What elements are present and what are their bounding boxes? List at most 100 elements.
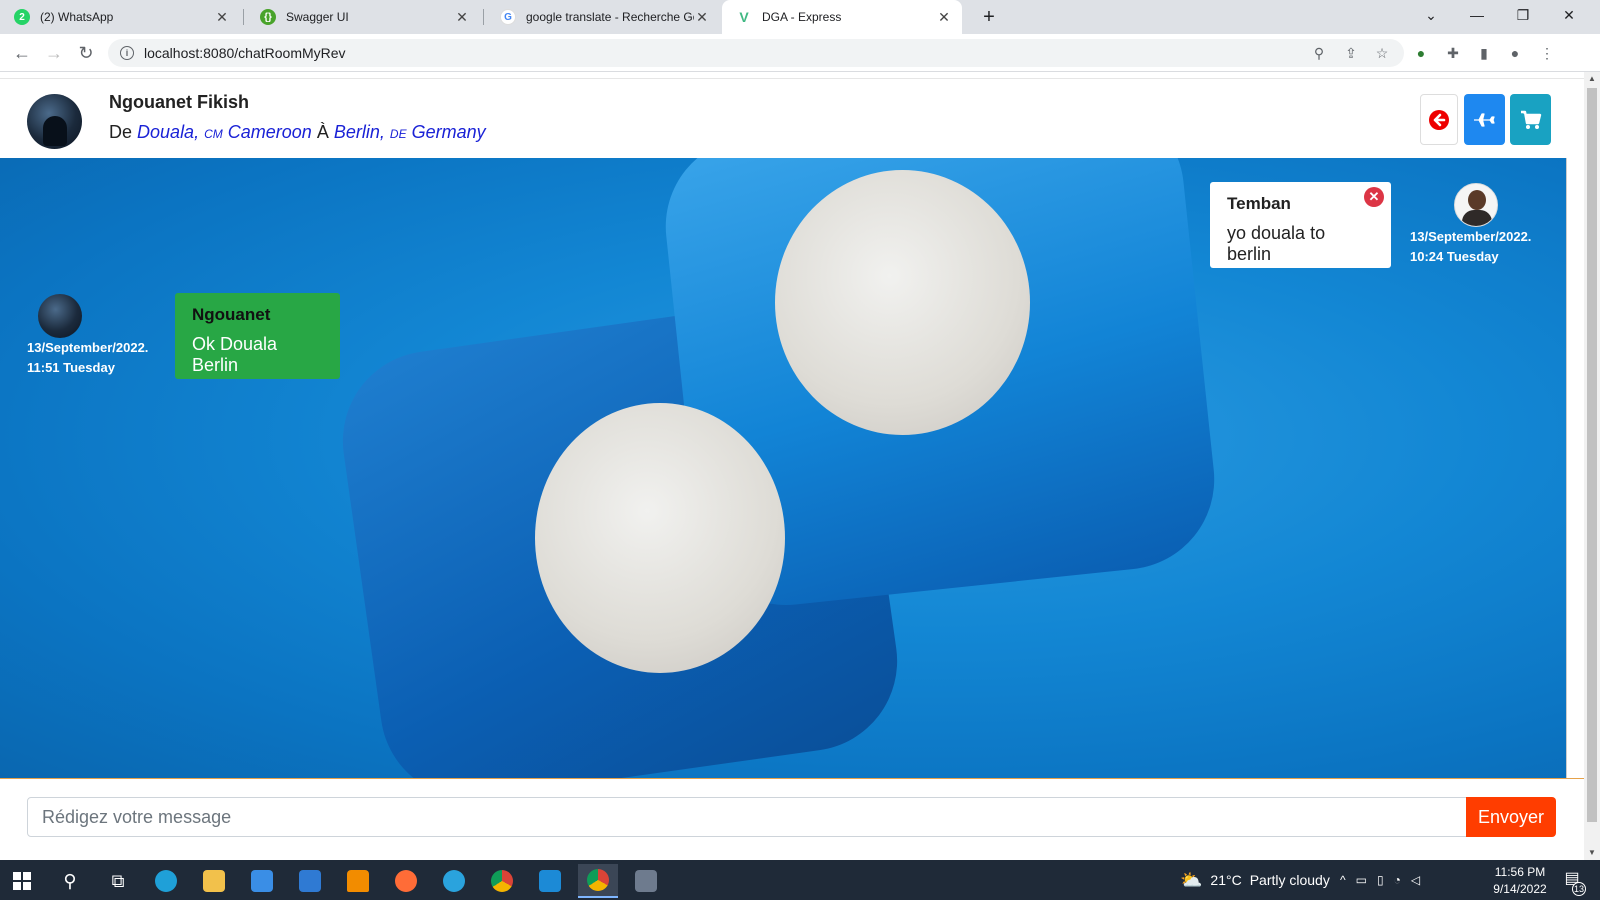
vscode-icon[interactable] xyxy=(530,864,570,898)
route-from-country: Cameroon xyxy=(227,122,312,142)
arrow-left-circle-icon xyxy=(1429,109,1449,130)
windows-logo-icon xyxy=(13,872,31,890)
message-text: Ok Douala Berlin xyxy=(192,334,278,375)
message-time: 10:24 Tuesday xyxy=(1410,249,1499,264)
chrome-icon[interactable] xyxy=(482,864,522,898)
restore-button[interactable]: ❐ xyxy=(1500,0,1546,30)
weather-temp: 21°C xyxy=(1210,872,1242,888)
route-to-city: Berlin, xyxy=(333,122,385,142)
delete-message-icon[interactable]: ✕ xyxy=(1364,187,1384,207)
plane-icon xyxy=(1473,112,1495,127)
forward-arrow-icon[interactable]: → xyxy=(42,41,66,65)
route-to-country: Germany xyxy=(411,122,486,142)
windows-start-icon[interactable] xyxy=(2,864,42,898)
tab-title: (2) WhatsApp xyxy=(40,10,114,24)
extension-globe-icon[interactable]: ● xyxy=(1412,44,1430,62)
message-date: 13/September/2022. xyxy=(1410,229,1532,244)
volume-icon[interactable]: ◁ xyxy=(1411,873,1420,887)
background-illustration xyxy=(775,170,1030,435)
info-icon[interactable]: i xyxy=(120,46,134,60)
scroll-up-icon[interactable]: ▲ xyxy=(1584,72,1600,86)
chrome-icon[interactable] xyxy=(578,864,618,898)
route-to-country-code: DE xyxy=(389,127,407,141)
message-date: 13/September/2022. xyxy=(27,340,149,355)
message-bubble-sent: Ngouanet Ok Douala Berlin xyxy=(175,293,340,379)
cart-button[interactable] xyxy=(1510,94,1551,145)
side-panel-icon[interactable]: ▮ xyxy=(1475,44,1493,62)
tab-title: Swagger UI xyxy=(286,10,349,24)
cart-icon xyxy=(1520,110,1541,129)
browser-tabbar: 2 (2) WhatsApp ✕ {} Swagger UI ✕ G googl… xyxy=(0,0,1600,34)
reload-icon[interactable]: ↻ xyxy=(74,41,98,65)
chat-header: Ngouanet Fikish De Douala, CM Cameroon À… xyxy=(0,78,1584,158)
page-viewport: Ngouanet Fikish De Douala, CM Cameroon À… xyxy=(0,72,1584,860)
tab-search-icon[interactable]: ⌄ xyxy=(1408,0,1454,30)
scroll-down-icon[interactable]: ▼ xyxy=(1584,846,1600,860)
tab-title: DGA - Express xyxy=(762,10,842,24)
browser-toolbar: ← → ↻ i localhost:8080/chatRoomMyRev ⚲ ⇪… xyxy=(0,34,1600,72)
message-composer: Envoyer xyxy=(0,778,1584,860)
clock-time: 11:56 PM xyxy=(1494,865,1546,879)
new-tab-button[interactable]: + xyxy=(976,4,1002,30)
background-illustration xyxy=(535,403,785,673)
message-input[interactable] xyxy=(27,797,1467,837)
share-icon[interactable]: ⇪ xyxy=(1342,44,1360,62)
notification-count: 13 xyxy=(1572,882,1586,896)
close-icon[interactable]: ✕ xyxy=(454,9,470,26)
system-clock[interactable]: 11:56 PM 9/14/2022 xyxy=(1480,864,1560,898)
tab-swagger[interactable]: {} Swagger UI ✕ xyxy=(246,0,480,34)
telegram-icon[interactable] xyxy=(434,864,474,898)
battery-icon[interactable]: ▯ xyxy=(1377,873,1384,887)
user-name: Ngouanet Fikish xyxy=(109,92,250,112)
message-sender: Ngouanet xyxy=(192,305,271,324)
profile-icon[interactable]: ● xyxy=(1506,44,1524,62)
task-view-icon[interactable]: ⧉ xyxy=(98,864,138,898)
swagger-icon: {} xyxy=(260,9,276,25)
wifi-icon[interactable]: ◔ xyxy=(1394,873,1401,887)
avatar xyxy=(27,94,82,149)
page-scrollbar[interactable]: ▲ ▼ xyxy=(1584,72,1600,860)
menu-dots-icon[interactable]: ⋮ xyxy=(1538,44,1556,62)
tab-title: google translate - Recherche Goo xyxy=(526,10,694,24)
route-from-label: De xyxy=(109,122,133,142)
flight-button[interactable] xyxy=(1464,94,1505,145)
display-icon[interactable]: ▭ xyxy=(1356,873,1367,887)
close-icon[interactable]: ✕ xyxy=(214,9,230,26)
chat-messages-area[interactable]: Temban yo douala to berlin ✕ 13/Septembe… xyxy=(0,158,1567,778)
address-bar[interactable]: i localhost:8080/chatRoomMyRev xyxy=(108,39,1404,67)
minimize-button[interactable]: — xyxy=(1454,0,1500,30)
message-time: 11:51 Tuesday xyxy=(27,360,115,375)
zoom-icon[interactable]: ⚲ xyxy=(1310,44,1328,62)
window-close-button[interactable]: ✕ xyxy=(1546,0,1592,30)
notification-center-icon[interactable]: ▤ 13 xyxy=(1560,868,1586,896)
scrollbar-thumb[interactable] xyxy=(1587,88,1597,822)
tab-dga-express[interactable]: V DGA - Express ✕ xyxy=(722,0,962,34)
back-arrow-icon[interactable]: ← xyxy=(10,41,34,65)
vlc-icon[interactable] xyxy=(338,864,378,898)
search-icon[interactable]: ⚲ xyxy=(50,864,90,898)
chevron-up-icon[interactable]: ^ xyxy=(1340,873,1346,887)
route-from-country-code: CM xyxy=(204,127,223,141)
extensions-puzzle-icon[interactable]: ✚ xyxy=(1444,44,1462,62)
message-timestamp: 13/September/2022. 10:24 Tuesday xyxy=(1410,227,1531,267)
weather-widget[interactable]: ⛅ 21°C Partly cloudy xyxy=(1180,860,1330,900)
postman-icon[interactable] xyxy=(386,864,426,898)
message-text: yo douala to berlin xyxy=(1227,223,1326,264)
file-explorer-icon[interactable] xyxy=(194,864,234,898)
mail-icon[interactable] xyxy=(290,864,330,898)
bookmark-star-icon[interactable]: ☆ xyxy=(1373,44,1391,62)
whatsapp-icon: 2 xyxy=(14,9,30,25)
tray-icons: ^ ▭ ▯ ◔ ◁ xyxy=(1340,860,1420,900)
back-button[interactable] xyxy=(1420,94,1458,145)
close-icon[interactable]: ✕ xyxy=(694,9,710,26)
send-button[interactable]: Envoyer xyxy=(1466,797,1556,837)
store-icon[interactable] xyxy=(242,864,282,898)
message-timestamp: 13/September/2022. 11:51 Tuesday xyxy=(27,338,148,378)
tab-google-translate[interactable]: G google translate - Recherche Goo ✕ xyxy=(486,0,720,34)
close-icon[interactable]: ✕ xyxy=(936,9,952,26)
vue-icon: V xyxy=(739,9,749,25)
calculator-icon[interactable] xyxy=(626,864,666,898)
tab-whatsapp[interactable]: 2 (2) WhatsApp ✕ xyxy=(0,0,240,34)
message-bubble-received: Temban yo douala to berlin ✕ xyxy=(1210,182,1391,268)
edge-icon[interactable] xyxy=(146,864,186,898)
